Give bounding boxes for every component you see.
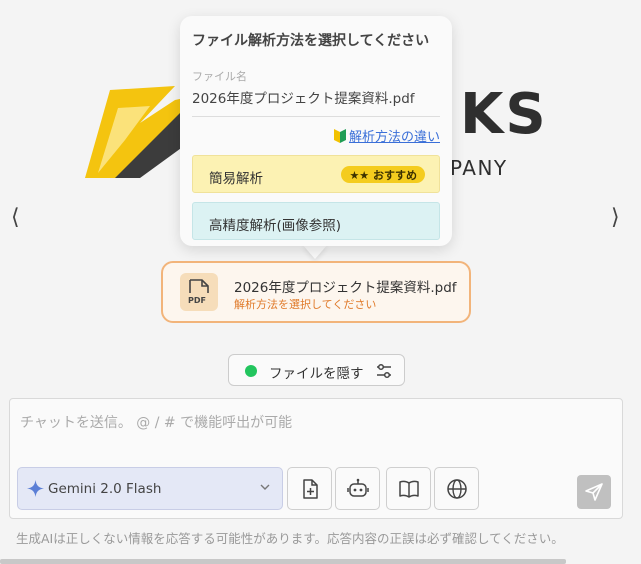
- horizontal-scrollbar[interactable]: [0, 559, 566, 564]
- chat-panel: Gemini 2.0 Flash: [9, 398, 623, 519]
- model-select[interactable]: Gemini 2.0 Flash: [17, 467, 283, 510]
- logo-subtitle: PANY: [450, 156, 508, 180]
- beginner-mark-icon: [333, 129, 346, 143]
- add-file-button[interactable]: [287, 467, 332, 510]
- divider: [192, 116, 440, 117]
- filename-label: ファイル名: [192, 70, 247, 83]
- attached-file-chip[interactable]: PDF 2026年度プロジェクト提案資料.pdf 解析方法を選択してください: [161, 261, 471, 323]
- globe-icon: [447, 479, 467, 499]
- carousel-next-button[interactable]: ⟩: [611, 207, 620, 229]
- option-simple-label: 簡易解析: [209, 171, 263, 187]
- analysis-help-link[interactable]: 解析方法の違い: [192, 126, 440, 145]
- web-search-button[interactable]: [434, 467, 479, 510]
- logo-text: KS: [460, 82, 548, 147]
- chat-input[interactable]: [20, 411, 610, 435]
- stars-icon: ★★: [349, 169, 373, 182]
- status-dot: [245, 365, 257, 377]
- knowledge-button[interactable]: [386, 467, 431, 510]
- sparkle-icon: [27, 480, 44, 497]
- popover-filename: 2026年度プロジェクト提案資料.pdf: [192, 91, 415, 107]
- chevron-down-icon: [260, 484, 270, 490]
- agent-button[interactable]: [335, 467, 380, 510]
- file-status: 解析方法を選択してください: [234, 298, 377, 311]
- send-icon: [585, 483, 603, 501]
- book-icon: [399, 480, 419, 498]
- analysis-method-popover: ファイル解析方法を選択してください ファイル名 2026年度プロジェクト提案資料…: [180, 16, 452, 246]
- option-precise-analysis[interactable]: 高精度解析(画像参照): [192, 202, 440, 240]
- option-simple-analysis[interactable]: 簡易解析 ★★ おすすめ: [192, 155, 440, 193]
- svg-text:PDF: PDF: [188, 296, 206, 305]
- popover-pointer: [302, 244, 328, 259]
- pdf-file-icon: PDF: [180, 273, 218, 311]
- hide-files-label: ファイルを隠す: [269, 366, 364, 382]
- send-button[interactable]: [577, 475, 611, 509]
- help-link-label: 解析方法の違い: [348, 130, 440, 145]
- hide-files-button[interactable]: ファイルを隠す: [228, 354, 405, 386]
- popover-title: ファイル解析方法を選択してください: [192, 33, 430, 49]
- robot-icon: [347, 478, 369, 497]
- ai-disclaimer: 生成AIは正しくない情報を応答する可能性があります。応答内容の正誤は必ず確認して…: [16, 531, 564, 546]
- add-file-icon: [303, 479, 318, 499]
- option-precise-label: 高精度解析(画像参照): [209, 218, 342, 234]
- recommended-badge: ★★ おすすめ: [341, 166, 425, 183]
- badge-label: おすすめ: [373, 169, 417, 182]
- file-name: 2026年度プロジェクト提案資料.pdf: [234, 280, 457, 296]
- carousel-prev-button[interactable]: ⟨: [11, 207, 20, 229]
- model-select-label: Gemini 2.0 Flash: [48, 481, 162, 497]
- sliders-icon: [377, 363, 391, 379]
